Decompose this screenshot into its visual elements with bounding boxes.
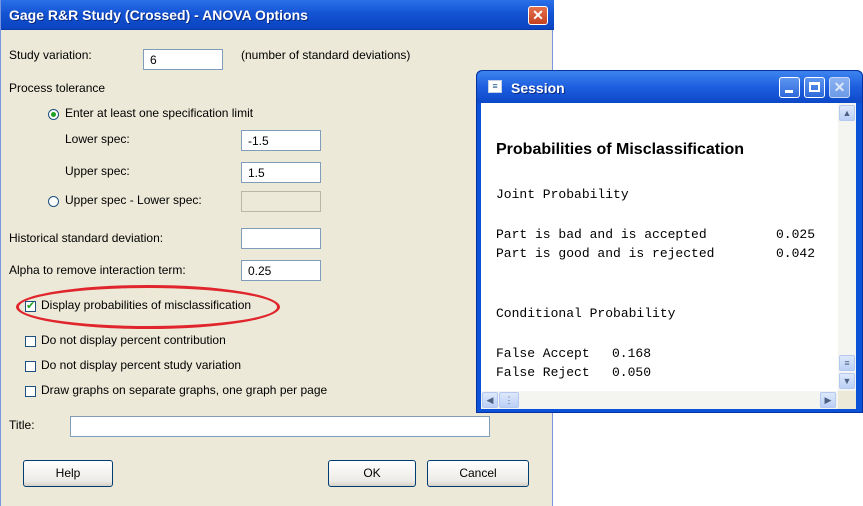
conditional-row-2-value: 0.050 [612, 365, 652, 380]
maximize-icon[interactable] [804, 77, 825, 98]
conditional-row-1-label: False Accept [496, 346, 590, 361]
session-heading: Probabilities of Misclassification [496, 141, 745, 158]
title-input[interactable] [70, 416, 490, 437]
process-tolerance-label: Process tolerance [9, 81, 106, 95]
resize-grip-icon[interactable] [838, 391, 856, 409]
ok-button[interactable]: OK [328, 460, 416, 487]
highlight-ellipse [16, 285, 280, 329]
session-window: ≡ Session ✕ Probabilities of Misclassifi… [476, 70, 863, 413]
session-title: Session [511, 80, 565, 96]
joint-probability-label: Joint Probability [496, 187, 629, 202]
study-variation-hint: (number of standard deviations) [241, 48, 411, 62]
joint-row-1-label: Part is bad and is accepted [496, 227, 707, 242]
spec-limit-radio-label: Enter at least one specification limit [65, 106, 254, 120]
session-output[interactable]: Probabilities of Misclassification Joint… [481, 103, 838, 391]
horizontal-scroll-thumb[interactable]: ⋮ [499, 392, 519, 408]
conditional-probability-label: Conditional Probability [496, 306, 676, 321]
study-variation-input[interactable]: 6 [143, 49, 223, 70]
lower-spec-input[interactable]: -1.5 [241, 130, 321, 151]
scroll-up-icon[interactable]: ▲ [839, 105, 855, 121]
close-icon[interactable]: ✕ [528, 6, 548, 25]
alpha-label: Alpha to remove interaction term: [9, 263, 186, 277]
help-button[interactable]: Help [23, 460, 113, 487]
title-label: Title: [9, 418, 35, 432]
horizontal-scrollbar[interactable]: ◀ ⋮ ▶ [481, 391, 838, 409]
joint-row-2-label: Part is good and is rejected [496, 246, 715, 261]
close-icon[interactable]: ✕ [829, 77, 850, 98]
study-variation-label: Study variation: [9, 48, 92, 62]
separate-graphs-checkbox[interactable] [25, 386, 36, 397]
spec-range-radio-label: Upper spec - Lower spec: [65, 193, 202, 207]
dialog-titlebar[interactable]: Gage R&R Study (Crossed) - ANOVA Options… [1, 0, 554, 30]
conditional-row-1-value: 0.168 [612, 346, 652, 361]
scroll-down-icon[interactable]: ▼ [839, 373, 855, 389]
vertical-scrollbar[interactable]: ▲ ≡ ▼ [838, 103, 856, 391]
dialog-title: Gage R&R Study (Crossed) - ANOVA Options [9, 7, 308, 23]
upper-spec-input[interactable]: 1.5 [241, 162, 321, 183]
joint-row-2-value: 0.042 [776, 246, 816, 261]
percent-contribution-checkbox[interactable] [25, 336, 36, 347]
historical-sd-label: Historical standard deviation: [9, 231, 164, 245]
upper-spec-label: Upper spec: [65, 164, 130, 178]
minimize-icon[interactable] [779, 77, 800, 98]
historical-sd-input[interactable] [241, 228, 321, 249]
scroll-thumb[interactable]: ≡ [839, 355, 855, 371]
scroll-left-icon[interactable]: ◀ [482, 392, 498, 408]
percent-study-variation-checkbox[interactable] [25, 361, 36, 372]
percent-contribution-label: Do not display percent contribution [41, 333, 226, 347]
separate-graphs-label: Draw graphs on separate graphs, one grap… [41, 383, 328, 397]
anova-options-dialog: Gage R&R Study (Crossed) - ANOVA Options… [0, 0, 554, 506]
session-window-icon: ≡ [488, 80, 502, 93]
percent-study-variation-label: Do not display percent study variation [41, 358, 242, 372]
spec-range-input [241, 191, 321, 212]
joint-row-1-value: 0.025 [776, 227, 816, 242]
spec-range-radio[interactable] [48, 196, 59, 207]
conditional-row-2-label: False Reject [496, 365, 590, 380]
lower-spec-label: Lower spec: [65, 132, 130, 146]
spec-limit-radio[interactable] [48, 109, 59, 120]
alpha-input[interactable]: 0.25 [241, 260, 321, 281]
scroll-right-icon[interactable]: ▶ [820, 392, 836, 408]
cancel-button[interactable]: Cancel [427, 460, 529, 487]
session-titlebar[interactable]: ≡ Session ✕ [477, 71, 862, 103]
